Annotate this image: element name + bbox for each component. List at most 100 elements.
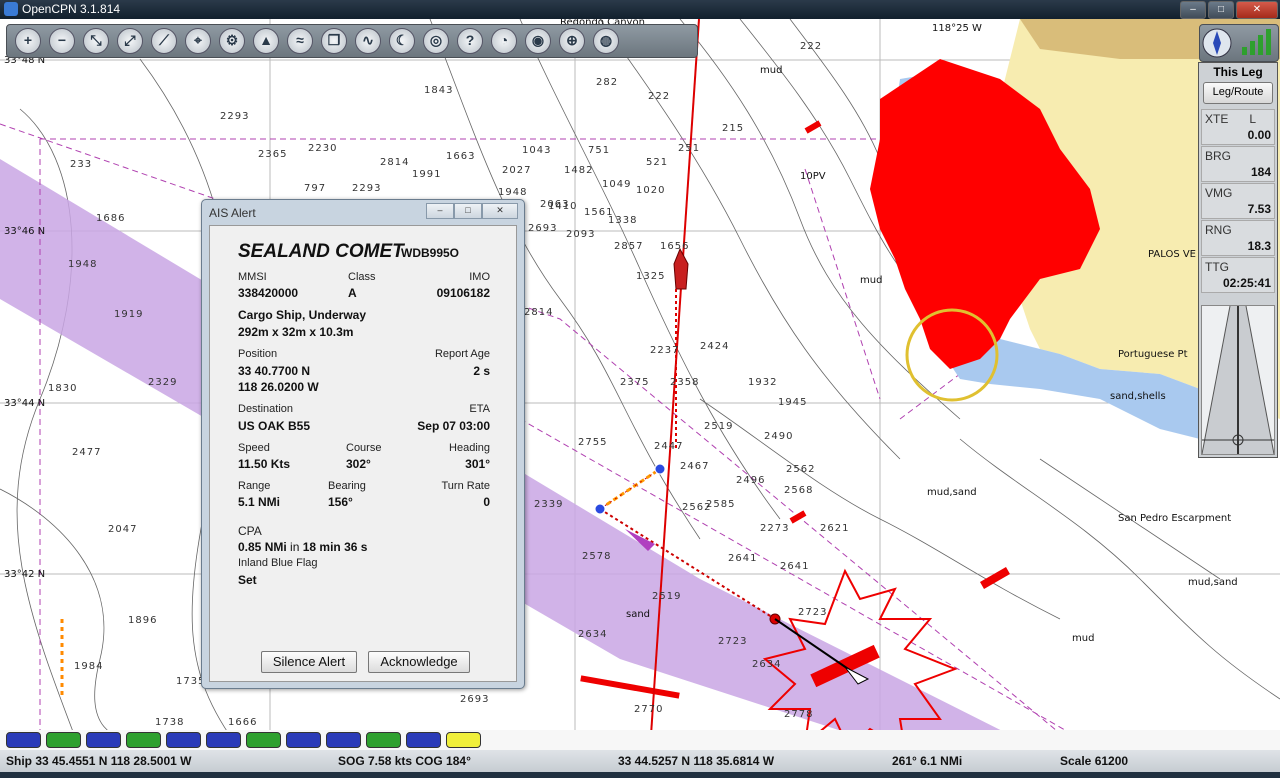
- dialog-maximize-button[interactable]: □: [454, 203, 482, 219]
- acknowledge-button[interactable]: Acknowledge: [368, 651, 470, 673]
- vmg-box: VMG 7.53: [1201, 183, 1275, 219]
- highway-display: [1201, 305, 1275, 455]
- settings-button[interactable]: ⚙: [215, 26, 249, 56]
- waypoint-button[interactable]: ⌖: [181, 26, 215, 56]
- tide-button[interactable]: ∿: [351, 26, 385, 56]
- route-button[interactable]: ⟋: [147, 26, 181, 56]
- brg-box: BRG 184: [1201, 146, 1275, 182]
- xte-label: XTE: [1205, 112, 1229, 126]
- depth-sounding: 2585: [706, 499, 736, 510]
- chart-piano-key[interactable]: [86, 732, 121, 748]
- depth-sounding: 1043: [522, 145, 552, 156]
- chart-piano-key[interactable]: [406, 732, 441, 748]
- dialog-close-button[interactable]: ✕: [482, 203, 518, 219]
- chart-piano-key[interactable]: [166, 732, 201, 748]
- xte-value: 0.00: [1247, 128, 1271, 142]
- course-label: Course: [346, 442, 382, 454]
- leg-route-button[interactable]: Leg/Route: [1203, 82, 1273, 104]
- depth-sounding: 222: [800, 41, 823, 52]
- silence-alert-button[interactable]: Silence Alert: [261, 651, 357, 673]
- eta-label: ETA: [469, 403, 490, 415]
- zoom-out-button[interactable]: −: [45, 26, 79, 56]
- copy-button[interactable]: ❐: [317, 26, 351, 56]
- inland-blue-flag-label: Inland Blue Flag: [238, 557, 318, 569]
- lifering-icon: ⊕: [559, 28, 585, 54]
- range-label: Range: [238, 480, 271, 492]
- bearing-range-status: 261° 6.1 NMi: [892, 754, 963, 768]
- chart-piano-key[interactable]: [206, 732, 241, 748]
- moon-button[interactable]: ☾: [385, 26, 419, 56]
- bearing-label: Bearing: [328, 480, 366, 492]
- chart-piano-key[interactable]: [366, 732, 401, 748]
- status-bar: Ship 33 45.4551 N 118 28.5001 W SOG 7.58…: [0, 750, 1280, 772]
- position-lat: 33 40.7700 N: [238, 364, 311, 378]
- dialog-title: AIS Alert: [209, 206, 256, 220]
- depth-sounding: 1482: [564, 165, 594, 176]
- cursor-position-status: 33 44.5257 N 118 35.6814 W: [618, 754, 775, 768]
- depth-sounding: 2273: [760, 523, 790, 534]
- ais-button[interactable]: ▲: [249, 26, 283, 56]
- settings-icon: ⚙: [219, 28, 245, 54]
- depth-sounding: 2447: [654, 441, 684, 452]
- depth-sounding: 1948: [68, 259, 98, 270]
- copy-icon: ❐: [321, 28, 347, 54]
- depth-sounding: 2293: [352, 183, 382, 194]
- globe-button[interactable]: ◍: [589, 26, 623, 56]
- report-age-value: 2 s: [473, 364, 490, 378]
- chart-canvas[interactable]: 33°48 N 33°46 N 33°44 N 33°42 N 118°25 W…: [0, 19, 1280, 750]
- lifering-button[interactable]: ⊕: [555, 26, 589, 56]
- depth-sounding: 2778: [784, 709, 814, 720]
- depth-sounding: 2365: [258, 149, 288, 160]
- depth-sounding: 751: [588, 145, 611, 156]
- dialog-minimize-button[interactable]: –: [426, 203, 454, 219]
- mob-button[interactable]: ◎: [419, 26, 453, 56]
- taskbar: [0, 772, 1280, 778]
- zoom-in-icon: +: [15, 28, 41, 54]
- chart-piano-key[interactable]: [46, 732, 81, 748]
- zoom-in-button[interactable]: +: [11, 26, 45, 56]
- depth-sounding: 2467: [680, 461, 710, 472]
- ttg-label: TTG: [1205, 260, 1229, 274]
- place-label: PALOS VE: [1148, 249, 1197, 260]
- course-value: 302°: [346, 457, 371, 471]
- route-console-header: This Leg: [1213, 65, 1263, 79]
- rng-box: RNG 18.3: [1201, 220, 1275, 256]
- track-button[interactable]: ≈: [283, 26, 317, 56]
- help-button[interactable]: ?: [453, 26, 487, 56]
- place-label: mud: [860, 275, 883, 286]
- maximize-button[interactable]: □: [1208, 1, 1234, 19]
- gps-compass-widget: [1199, 24, 1279, 62]
- xte-box: XTE L 0.00: [1201, 109, 1275, 145]
- gauge-button[interactable]: ◔: [487, 26, 521, 56]
- chart-piano-key[interactable]: [446, 732, 481, 748]
- depth-sounding: 2424: [700, 341, 730, 352]
- place-label: mud,sand: [1188, 577, 1238, 588]
- ais-alert-dialog: AIS Alert – □ ✕ SEALAND COMET WDB995O MM…: [201, 199, 525, 689]
- scale-in-button[interactable]: ⤡: [79, 26, 113, 56]
- chart-piano-key[interactable]: [6, 732, 41, 748]
- chart-piano-key[interactable]: [246, 732, 281, 748]
- cpa-row: 0.85 NMi in 18 min 36 s: [238, 540, 367, 554]
- eta-value: Sep 07 03:00: [417, 419, 490, 433]
- place-label: 10PV: [800, 171, 826, 182]
- ais-icon: ▲: [253, 28, 279, 54]
- depth-sounding: 1896: [128, 615, 158, 626]
- xte-unit: L: [1249, 112, 1256, 126]
- scale-out-button[interactable]: ⤢: [113, 26, 147, 56]
- chart-piano-key[interactable]: [286, 732, 321, 748]
- depth-sounding: 2496: [736, 475, 766, 486]
- scale-status: Scale 61200: [1060, 754, 1129, 768]
- chart-piano-key[interactable]: [126, 732, 161, 748]
- chart-piano-key[interactable]: [326, 732, 361, 748]
- window-title: OpenCPN 3.1.814: [22, 2, 121, 16]
- radar-button[interactable]: ◉: [521, 26, 555, 56]
- depth-sounding: 1830: [48, 383, 78, 394]
- depth-sounding: 1843: [424, 85, 454, 96]
- close-button[interactable]: ✕: [1236, 1, 1278, 19]
- depth-sounding: 2027: [502, 165, 532, 176]
- gauge-icon: ◔: [491, 28, 517, 54]
- depth-sounding: 1686: [96, 213, 126, 224]
- imo-label: IMO: [469, 271, 490, 283]
- minimize-button[interactable]: –: [1180, 1, 1206, 19]
- depth-sounding: 2641: [780, 561, 810, 572]
